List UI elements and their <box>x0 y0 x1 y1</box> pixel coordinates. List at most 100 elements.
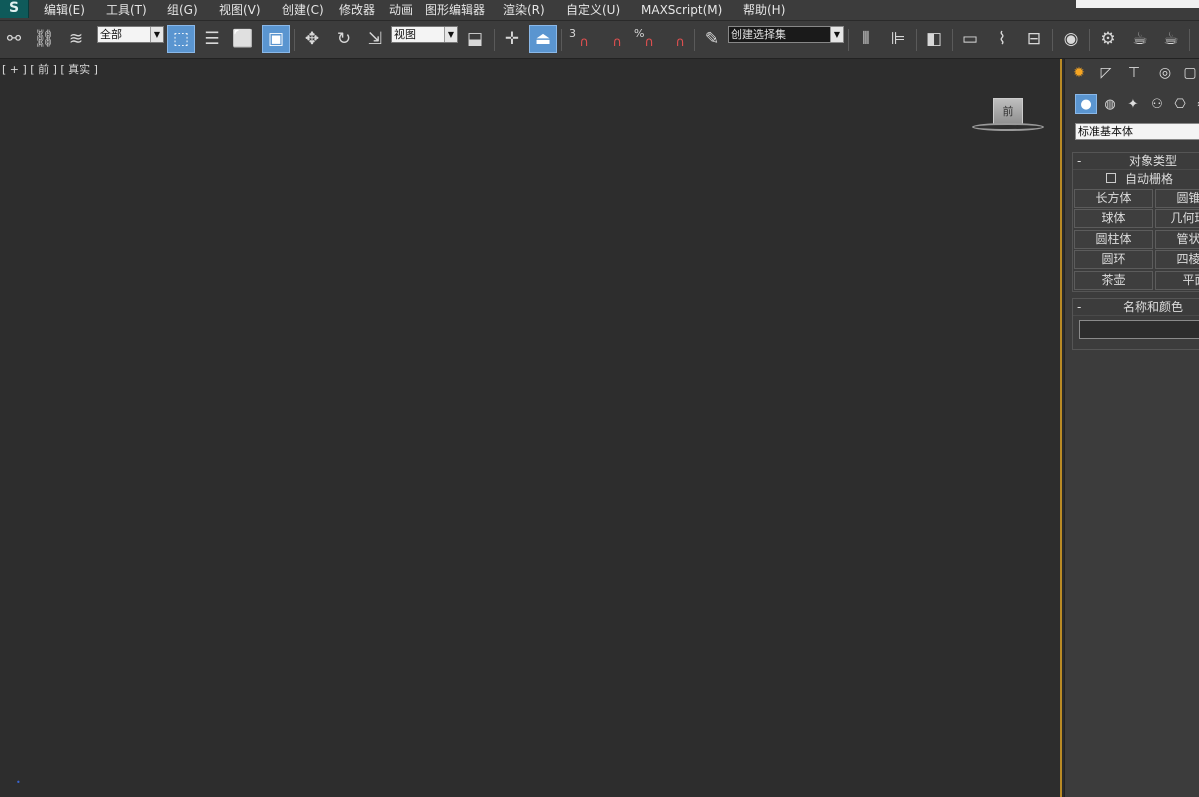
toolbar-separator <box>294 29 295 51</box>
pyramid-button[interactable]: 四棱锥 <box>1155 250 1199 269</box>
torus-button[interactable]: 圆环 <box>1074 250 1153 269</box>
named-selection-sets-dropdown[interactable]: 创建选择集 ▼ <box>728 26 844 43</box>
name-and-color-rollout-header[interactable]: - 名称和颜色 <box>1073 299 1199 316</box>
magnet-icon: ∩ <box>579 35 589 50</box>
viewport-label[interactable]: [ + ] [ 前 ] [ 真实 ] <box>2 61 98 77</box>
menu-help[interactable]: 帮助(H) <box>743 2 785 18</box>
spinner-snap-toggle-icon[interactable]: ∩ <box>661 25 689 53</box>
geosphere-button[interactable]: 几何球体 <box>1155 209 1199 228</box>
menu-customize[interactable]: 自定义(U) <box>566 2 620 18</box>
viewcube[interactable]: 前 <box>972 95 1044 137</box>
command-panel: ✹ ◸ ⊤ ◎ ▢ ● ◍ ✦ ⚇ ⎔ ≈ 标准基本体 - 对象类型 自动栅格 … <box>1064 59 1199 797</box>
geometry-type-dropdown[interactable]: 标准基本体 <box>1075 123 1199 140</box>
toolbar-separator <box>1189 29 1190 51</box>
layer-manager-icon[interactable]: ◧ <box>920 25 948 53</box>
toolbar-separator <box>916 29 917 51</box>
main-toolbar: ⚯ ⛓ ≋ 全部 ▼ ⬚ ☰ ⬜ ▣ ✥ ↻ ⇲ 视图 ▼ ⬓ ✛ ⏏ 3 ∩ … <box>0 21 1199 59</box>
percent-snap-toggle-icon[interactable]: % ∩ <box>630 25 658 53</box>
schematic-view-icon[interactable]: ⊟ <box>1020 25 1048 53</box>
menu-graph-editors[interactable]: 图形编辑器 <box>425 2 485 18</box>
title-bar-strip <box>1076 0 1199 8</box>
select-object-icon[interactable]: ⬚ <box>167 25 195 53</box>
object-name-field[interactable] <box>1079 320 1199 339</box>
rendered-frame-window-icon[interactable]: ☕ <box>1126 25 1154 53</box>
mirror-icon[interactable]: ⫴ <box>852 25 880 53</box>
use-pivot-point-center-icon[interactable]: ⬓ <box>461 25 489 53</box>
cameras-category-icon[interactable]: ⚇ <box>1146 94 1168 114</box>
menu-rendering[interactable]: 渲染(R) <box>503 2 545 18</box>
teapot-button[interactable]: 茶壶 <box>1074 271 1153 290</box>
tube-button[interactable]: 管状体 <box>1155 230 1199 249</box>
menu-animation[interactable]: 动画 <box>389 2 413 18</box>
modify-tab-icon[interactable]: ◸ <box>1094 62 1118 84</box>
menu-edit[interactable]: 编辑(E) <box>44 2 85 18</box>
lights-category-icon[interactable]: ✦ <box>1122 94 1144 114</box>
cylinder-button[interactable]: 圆柱体 <box>1074 230 1153 249</box>
space-warps-category-icon[interactable]: ≈ <box>1191 94 1199 114</box>
toolbar-separator <box>494 29 495 51</box>
magnet-icon: ∩ <box>644 35 654 50</box>
object-type-rollout-header[interactable]: - 对象类型 <box>1073 153 1199 170</box>
curve-editor-icon[interactable]: ⌇ <box>988 25 1016 53</box>
viewcube-front-face[interactable]: 前 <box>993 98 1023 125</box>
select-and-manipulate-icon[interactable]: ✛ <box>498 25 526 53</box>
cone-button[interactable]: 圆锥体 <box>1155 189 1199 208</box>
select-by-name-icon[interactable]: ☰ <box>198 25 226 53</box>
create-tab-icon[interactable]: ✹ <box>1067 62 1091 84</box>
toolbar-separator <box>1052 29 1053 51</box>
select-and-move-icon[interactable]: ✥ <box>298 25 326 53</box>
angle-snap-toggle-icon[interactable]: ∩ <box>598 25 626 53</box>
shapes-category-icon[interactable]: ◍ <box>1099 94 1121 114</box>
reference-coordinate-dropdown[interactable]: 视图 ▼ <box>391 26 458 43</box>
autogrid-row: 自动栅格 <box>1073 170 1199 188</box>
graphite-ribbon-icon[interactable]: ▭ <box>956 25 984 53</box>
bind-to-space-warp-icon[interactable]: ≋ <box>62 25 90 53</box>
chevron-down-icon: ▼ <box>150 27 163 42</box>
rectangular-selection-region-icon[interactable]: ⬜ <box>229 25 257 53</box>
menu-create[interactable]: 创建(C) <box>282 2 324 18</box>
toolbar-separator <box>1089 29 1090 51</box>
material-editor-icon[interactable]: ◉ <box>1057 25 1085 53</box>
menu-modifiers[interactable]: 修改器 <box>339 2 375 18</box>
autogrid-label: 自动栅格 <box>1125 172 1174 186</box>
select-and-rotate-icon[interactable]: ↻ <box>330 25 358 53</box>
hierarchy-tab-icon[interactable]: ⊤ <box>1122 62 1146 84</box>
select-and-link-icon[interactable]: ⚯ <box>0 25 28 53</box>
object-type-rollout: - 对象类型 自动栅格 长方体 圆锥体 球体 几何球体 圆柱体 管状体 圆环 四… <box>1072 152 1199 292</box>
chevron-down-icon: ▼ <box>444 27 457 42</box>
toolbar-separator <box>694 29 695 51</box>
plane-button[interactable]: 平面 <box>1155 271 1199 290</box>
motion-tab-icon[interactable]: ◎ <box>1153 62 1177 84</box>
align-icon[interactable]: ⊫ <box>884 25 912 53</box>
unlink-selection-icon[interactable]: ⛓ <box>30 25 58 53</box>
edit-named-selection-sets-icon[interactable]: ✎ <box>698 25 726 53</box>
menu-maxscript[interactable]: MAXScript(M) <box>641 2 722 18</box>
toolbar-separator <box>561 29 562 51</box>
box-button[interactable]: 长方体 <box>1074 189 1153 208</box>
selection-filter-dropdown[interactable]: 全部 ▼ <box>97 26 164 43</box>
collapse-icon: - <box>1077 300 1082 314</box>
helpers-category-icon[interactable]: ⎔ <box>1169 94 1191 114</box>
magnet-icon: ∩ <box>612 35 622 50</box>
chevron-down-icon: ▼ <box>830 27 843 42</box>
render-setup-icon[interactable]: ⚙ <box>1094 25 1122 53</box>
menu-views[interactable]: 视图(V) <box>219 2 261 18</box>
keyboard-shortcut-override-icon[interactable]: ⏏ <box>529 25 557 53</box>
viewcube-compass-ring[interactable] <box>972 123 1044 131</box>
front-viewport[interactable]: [ + ] [ 前 ] [ 真实 ] 前 • <box>0 59 1062 797</box>
menu-group[interactable]: 组(G) <box>167 2 198 18</box>
geometry-category-icon[interactable]: ● <box>1075 94 1097 114</box>
collapse-icon: - <box>1077 154 1082 168</box>
render-production-icon[interactable]: ☕ <box>1157 25 1185 53</box>
autogrid-checkbox[interactable] <box>1106 173 1116 183</box>
select-and-scale-icon[interactable]: ⇲ <box>361 25 389 53</box>
percent-snap-label: % <box>634 27 645 40</box>
snaps-toggle-icon[interactable]: 3 ∩ <box>565 25 593 53</box>
menu-tools[interactable]: 工具(T) <box>106 2 147 18</box>
app-logo-button[interactable]: S <box>0 0 29 18</box>
window-crossing-icon[interactable]: ▣ <box>262 25 290 53</box>
name-and-color-rollout: - 名称和颜色 <box>1072 298 1199 350</box>
display-tab-icon[interactable]: ▢ <box>1178 62 1199 84</box>
sphere-button[interactable]: 球体 <box>1074 209 1153 228</box>
magnet-icon: ∩ <box>675 35 685 50</box>
